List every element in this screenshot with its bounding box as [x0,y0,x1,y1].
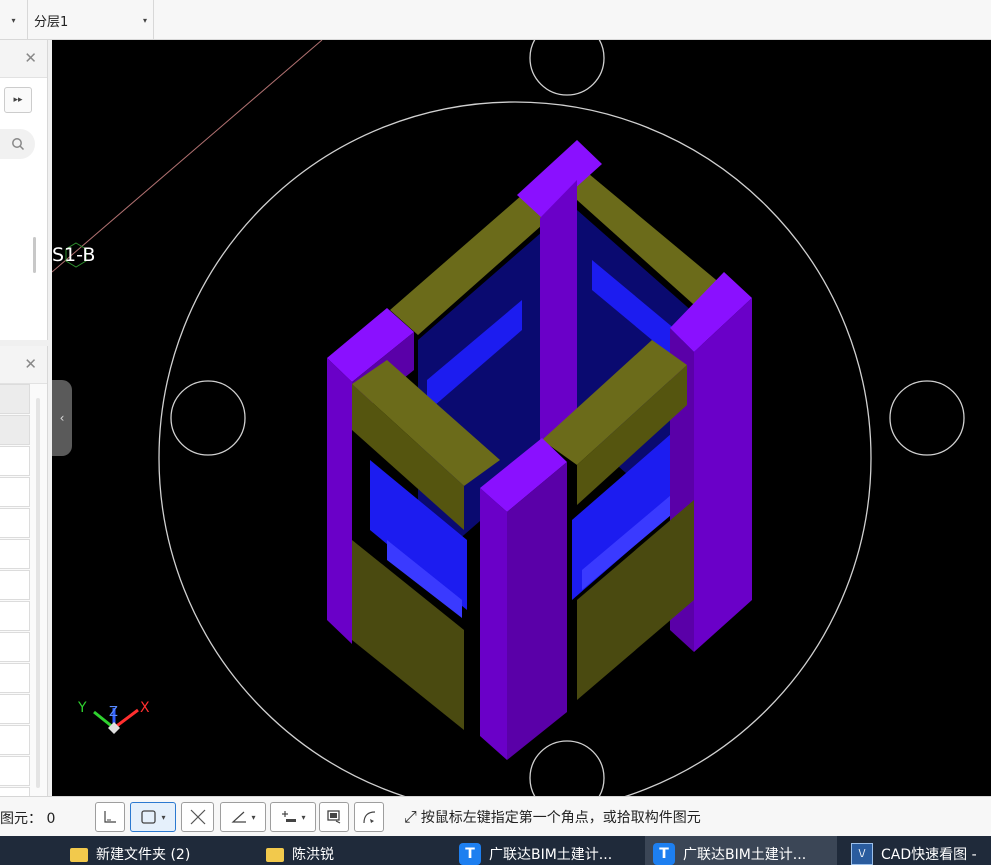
property-cell[interactable] [0,725,30,755]
close-icon[interactable]: ✕ [24,49,37,67]
chevron-left-icon: ‹ [59,411,65,425]
building-model[interactable] [327,140,752,760]
property-cell[interactable] [0,663,30,693]
grid-axis-line [52,40,323,273]
expand-button[interactable]: ▸▸ [4,87,32,113]
selected-count-label: 图元： [0,811,42,827]
selected-count-value: 0 [46,811,56,827]
scrollbar-thumb[interactable] [33,237,36,273]
gizmo-z-label: Z [109,705,118,720]
property-cell[interactable] [0,632,30,662]
taskbar-item-glodon-1[interactable]: T 广联达BIM土建计... [451,836,641,865]
monitor-icon [327,810,341,824]
status-hint: ⤢ 按鼠标左键指定第一个角点，或拾取构件图元 [404,807,701,827]
gizmo-x-label: X [140,700,150,716]
panel-title-bar: ✕ [0,40,47,78]
arc-tool-button[interactable] [354,802,384,832]
taskbar-item-chen-hongrui[interactable]: 陈洪锐 [258,836,448,865]
orthogonal-icon [104,811,116,823]
left-column-side [327,358,352,644]
property-cell[interactable] [0,694,30,724]
scrollbar[interactable] [36,398,40,788]
taskbar-item-new-folder[interactable]: 新建文件夹 (2) [62,836,252,865]
floor-dropdown[interactable]: ▾ [0,0,28,40]
property-grid [0,384,30,818]
gizmo-y-label: Y [77,700,87,716]
layer-dropdown[interactable]: 分层1 ▾ [28,0,154,40]
orthogonal-mode-button[interactable] [95,802,125,832]
arc-icon [363,811,376,824]
axis-gizmo: Y Z X [77,700,150,734]
property-cell[interactable] [0,446,30,476]
folder-icon [70,847,88,862]
axis-grid-label: S1-B [52,244,96,266]
property-header-cell [0,415,30,445]
orbit-handle-right[interactable] [889,380,965,456]
front-column-right [507,462,567,760]
status-hint-text: 按鼠标左键指定第一个角点，或拾取构件图元 [420,810,701,826]
rectangle-icon [141,810,157,824]
display-settings-button[interactable] [319,802,349,832]
panel-collapse-button[interactable]: ‹ [52,380,72,456]
left-panel-properties: ✕ [0,346,48,817]
property-cell[interactable] [0,508,30,538]
taskbar-item-cad-viewer[interactable]: \/ CAD快速看图 - [843,836,991,865]
model-canvas[interactable]: Y Z X [52,40,991,796]
back-column [540,180,577,450]
angle-snap-button[interactable]: ▾ [220,802,266,832]
cross-icon [190,809,205,825]
left-panel-navigation: ✕ ▸▸ [0,40,48,340]
search-icon [11,138,24,151]
chevron-down-icon: ▾ [11,15,16,25]
chevron-down-icon: ▾ [251,812,256,822]
angle-icon [231,811,247,823]
taskbar-item-label: 陈洪锐 [292,846,334,863]
taskbar-item-label: 新建文件夹 (2) [96,846,191,863]
chevron-down-icon: ▾ [301,812,306,822]
chevron-down-icon: ▾ [161,812,166,822]
layer-dropdown-value: 分层1 [34,14,69,30]
close-icon[interactable]: ✕ [24,355,37,373]
cross-select-button[interactable] [181,802,214,832]
orbit-handle-top[interactable] [529,40,605,96]
taskbar-item-label: CAD快速看图 - [881,846,977,863]
property-header-cell [0,384,30,414]
search-button[interactable] [0,129,35,159]
front-column-left [480,488,507,760]
orbit-handle-bottom[interactable] [529,740,605,796]
resize-arrow-icon: ⤢ [404,807,417,826]
offset-icon [282,811,297,822]
3d-viewport[interactable]: Y Z X S1-B [52,40,991,796]
taskbar: 新建文件夹 (2) 陈洪锐 T 广联达BIM土建计... T 广联达BIM土建计… [0,836,991,865]
status-bar: 图元： 0 ▾ ▾ ▾ ⤢ 按鼠标左键指定第一个角点，或拾取构件图元 [0,796,991,836]
property-cell[interactable] [0,756,30,786]
taskbar-item-label: 广联达BIM土建计... [683,846,807,863]
taskbar-item-label: 广联达BIM土建计... [489,846,613,863]
double-chevron-right-icon: ▸▸ [13,95,23,105]
glodon-icon: T [459,842,481,865]
rectangle-select-button[interactable]: ▾ [130,802,176,832]
property-cell[interactable] [0,601,30,631]
offset-input-button[interactable]: ▾ [270,802,316,832]
orbit-handle-left[interactable] [170,380,246,456]
glodon-icon: T [653,842,675,865]
taskbar-item-glodon-2[interactable]: T 广联达BIM土建计... [645,836,837,865]
right-column-side [694,298,752,652]
panel-title-bar: ✕ [0,346,47,384]
folder-icon [266,847,284,862]
property-cell[interactable] [0,539,30,569]
cad-icon: \/ [851,842,873,865]
selected-count: 图元： 0 [0,808,55,828]
property-cell[interactable] [0,570,30,600]
chevron-down-icon: ▾ [142,15,147,25]
property-cell[interactable] [0,477,30,507]
top-toolbar: ▾ 分层1 ▾ [0,0,991,40]
